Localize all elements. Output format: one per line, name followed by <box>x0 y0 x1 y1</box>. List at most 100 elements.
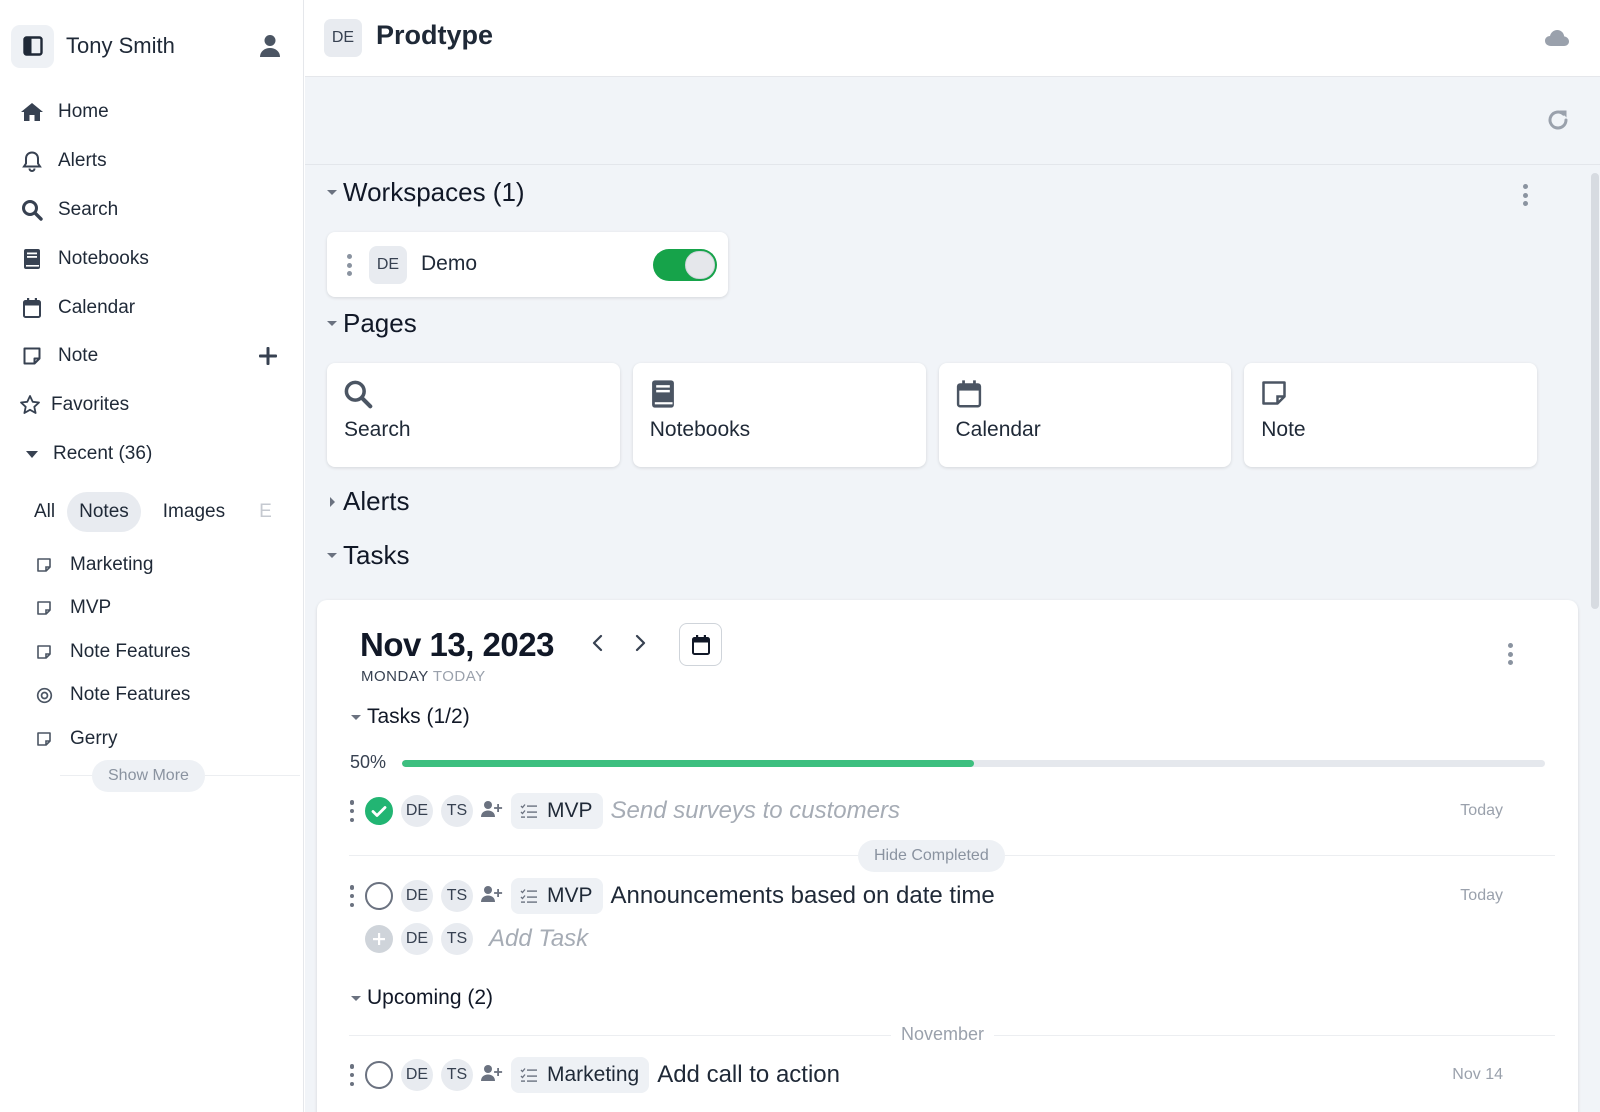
recent-item[interactable]: Note Features <box>34 630 294 674</box>
task-workspace-badge[interactable]: DE <box>401 795 433 827</box>
drag-dot <box>346 254 352 259</box>
kebab-dot <box>1522 192 1528 198</box>
task-title[interactable]: Send surveys to customers <box>611 797 900 825</box>
drag-handle[interactable] <box>347 1064 357 1086</box>
task-row[interactable]: DE TS MVP Announcements based on date ti… <box>347 876 1547 916</box>
bell-icon <box>18 147 46 175</box>
scrollbar-thumb[interactable] <box>1591 173 1599 609</box>
task-title[interactable]: Add call to action <box>657 1061 840 1089</box>
show-more-button[interactable]: Show More <box>92 760 205 792</box>
task-checkbox[interactable] <box>365 797 393 825</box>
tasks-panel: Nov 13, 2023 MONDAY TODAY Tasks (1/2) 50… <box>317 600 1578 1112</box>
drag-handle[interactable] <box>347 885 357 907</box>
recent-item[interactable]: Marketing <box>34 543 294 587</box>
sync-button[interactable] <box>1544 28 1570 48</box>
task-title[interactable]: Announcements based on date time <box>611 882 995 910</box>
nav-item-alerts[interactable]: Alerts <box>18 137 288 186</box>
previous-day-button[interactable] <box>587 632 609 654</box>
page-card-label: Calendar <box>955 418 1041 441</box>
nav-item-search[interactable]: Search <box>18 186 288 235</box>
workspaces-section-toggle[interactable]: Workspaces (1) <box>325 177 525 208</box>
add-task-button[interactable] <box>365 925 393 953</box>
nav-item-favorites[interactable]: Favorites <box>16 381 288 430</box>
task-user-badge[interactable]: TS <box>441 795 473 827</box>
nav-label: Notebooks <box>58 247 149 269</box>
page-card-notebooks[interactable]: Notebooks <box>632 363 926 467</box>
checklist-icon <box>519 801 539 821</box>
drag-handle[interactable] <box>347 800 357 822</box>
pages-section-toggle[interactable]: Pages <box>325 308 417 339</box>
assign-user-button[interactable] <box>481 800 503 822</box>
tasks-menu-button[interactable] <box>1506 643 1514 665</box>
assign-user-button[interactable] <box>481 1064 503 1086</box>
drag-dot <box>349 808 355 814</box>
task-project-tag[interactable]: Marketing <box>511 1057 650 1093</box>
task-workspace-badge[interactable]: DE <box>401 880 433 912</box>
notebook-icon <box>18 245 46 273</box>
sidebar-toggle-button[interactable] <box>11 24 54 68</box>
task-user-badge[interactable]: TS <box>441 923 473 955</box>
task-user-badge[interactable]: TS <box>441 880 473 912</box>
note-icon <box>34 642 54 662</box>
next-day-button[interactable] <box>629 632 651 654</box>
star-icon <box>16 391 44 419</box>
refresh-button[interactable] <box>1545 107 1571 133</box>
task-project-tag[interactable]: MVP <box>511 793 603 829</box>
recent-item[interactable]: Gerry <box>34 717 294 761</box>
nav-item-calendar[interactable]: Calendar <box>18 283 288 332</box>
page-card-search[interactable]: Search <box>327 363 620 467</box>
recent-item[interactable]: MVP <box>34 587 294 631</box>
date-picker-button[interactable] <box>679 623 722 666</box>
scrollbar[interactable] <box>1590 165 1600 1112</box>
task-due-date[interactable]: Today <box>1460 802 1503 820</box>
note-icon <box>34 555 54 575</box>
workspace-badge: DE <box>369 246 407 284</box>
task-workspace-badge[interactable]: DE <box>401 1059 433 1091</box>
hide-completed-button[interactable]: Hide Completed <box>858 840 1005 872</box>
workspace-card[interactable]: DE Demo <box>327 232 728 297</box>
task-checkbox[interactable] <box>365 882 393 910</box>
task-project-tag[interactable]: MVP <box>511 878 603 914</box>
tasks-group-toggle[interactable]: Tasks (1/2) <box>349 705 470 729</box>
page-card-note[interactable]: Note <box>1244 363 1537 467</box>
nav-label: Recent (36) <box>53 442 153 464</box>
filter-chip-all[interactable]: All <box>22 492 67 532</box>
task-checkbox[interactable] <box>365 1061 393 1089</box>
workspace-badge[interactable]: DE <box>324 19 362 57</box>
add-task-input[interactable]: Add Task <box>489 925 588 953</box>
tasks-group-title: Tasks (1/2) <box>367 705 470 728</box>
workspaces-menu-button[interactable] <box>1521 184 1529 206</box>
workspace-toggle[interactable] <box>653 249 717 281</box>
add-note-button[interactable] <box>256 344 280 368</box>
nav-label: Home <box>58 101 109 123</box>
page-card-calendar[interactable]: Calendar <box>938 363 1232 467</box>
filter-chip-notes[interactable]: Notes <box>67 492 141 532</box>
filter-chip-images[interactable]: Images <box>151 492 237 532</box>
tasks-section-toggle[interactable]: Tasks <box>325 540 409 571</box>
recent-item-label: Note Features <box>70 640 191 662</box>
checklist-icon <box>519 886 539 906</box>
task-user-badge[interactable]: TS <box>441 1059 473 1091</box>
task-due-date[interactable]: Today <box>1460 887 1503 905</box>
section-title: Alerts <box>343 486 410 516</box>
task-row[interactable]: DE TS MVP Send surveys to customers Toda… <box>347 791 1547 831</box>
drag-dot <box>346 271 352 276</box>
filter-chip-overflow[interactable]: E <box>237 492 284 532</box>
nav-item-home[interactable]: Home <box>18 88 288 137</box>
drag-dot <box>349 1081 355 1086</box>
task-workspace-badge[interactable]: DE <box>401 923 433 955</box>
nav-item-notebooks[interactable]: Notebooks <box>18 234 288 283</box>
account-button[interactable] <box>255 31 285 61</box>
drag-handle[interactable] <box>345 254 353 276</box>
nav-item-recent[interactable]: Recent (36) <box>18 430 288 479</box>
task-due-date[interactable]: Nov 14 <box>1452 1066 1503 1084</box>
assign-user-button[interactable] <box>481 885 503 907</box>
task-row[interactable]: DE TS Marketing Add call to action Nov 1… <box>347 1055 1547 1095</box>
upcoming-group-toggle[interactable]: Upcoming (2) <box>349 986 493 1010</box>
alerts-section-toggle[interactable]: Alerts <box>325 486 409 517</box>
section-title: Workspaces (1) <box>343 177 525 207</box>
user-plus-icon <box>481 801 503 817</box>
nav-item-note[interactable]: Note <box>18 332 288 381</box>
recent-item[interactable]: Note Features <box>34 674 294 718</box>
caret-down-icon <box>325 186 339 200</box>
